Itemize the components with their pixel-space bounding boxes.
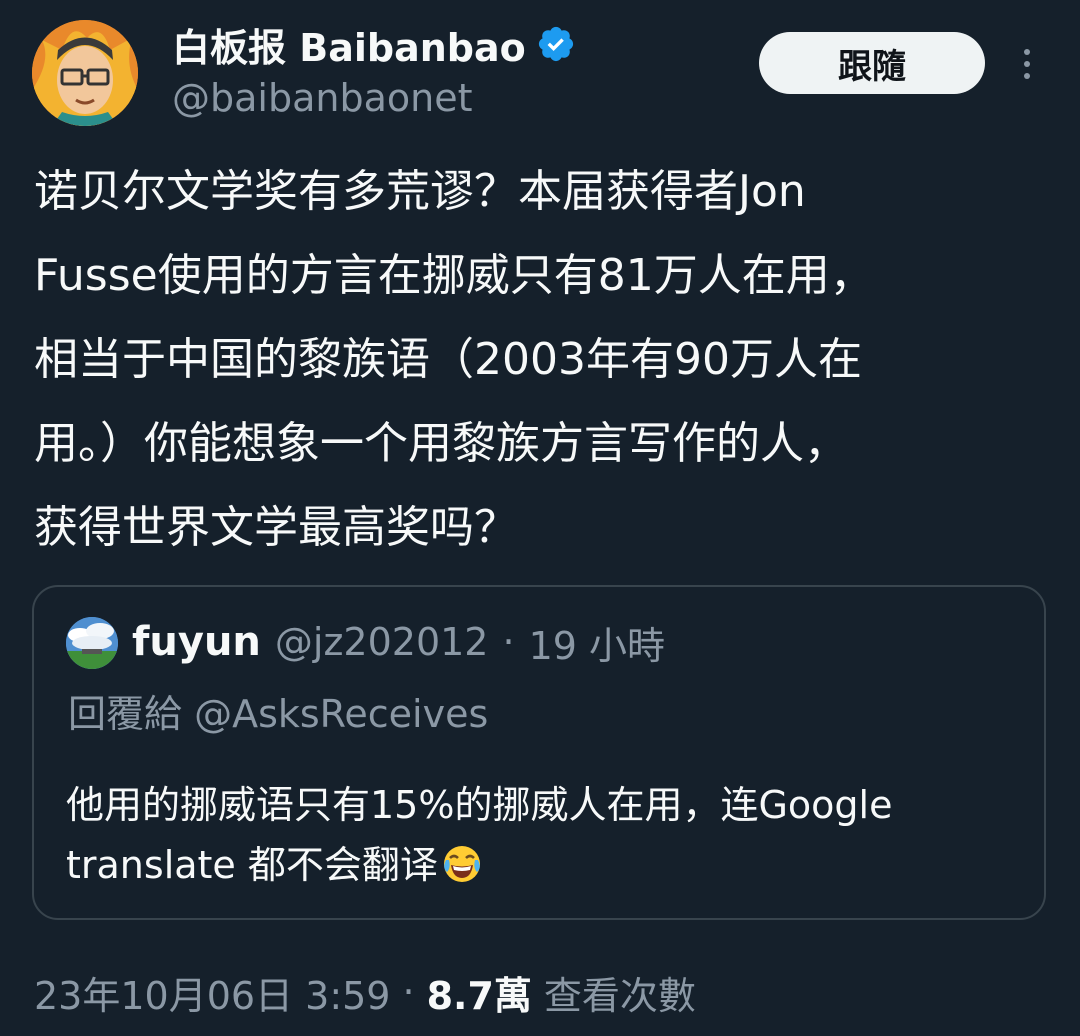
quoted-reply-to[interactable]: 回覆給 @AsksReceives — [68, 683, 488, 738]
tweet-text-line: 诺贝尔文学奖有多荒谬？本届获得者Jon — [34, 166, 806, 217]
quoted-author-name[interactable]: fuyun — [132, 619, 261, 665]
quoted-author-handle[interactable]: @jz202012 — [275, 620, 489, 664]
face-with-tears-of-joy-icon — [443, 846, 480, 882]
footer-separator: · — [402, 970, 415, 1014]
follow-button[interactable]: 跟隨 — [759, 32, 985, 94]
tweet-text: 诺贝尔文学奖有多荒谬？本届获得者Jon Fusse使用的方言在挪威只有81万人在… — [34, 150, 1046, 570]
tweet-text-line: Fusse使用的方言在挪威只有81万人在用， — [34, 250, 874, 301]
tweet-text-line: 相当于中国的黎族语（2003年有90万人在 — [34, 334, 862, 385]
tweet-timestamp[interactable]: 23年10月06日 3:59 — [34, 965, 390, 1020]
quoted-text-line: 他用的挪威语只有15%的挪威人在用，连Google — [66, 783, 893, 827]
quoted-header: fuyun @jz202012 · 19 小時 — [132, 613, 665, 671]
quoted-tweet-card[interactable]: fuyun @jz202012 · 19 小時 回覆給 @AsksReceive… — [32, 585, 1046, 920]
meta-separator: · — [502, 620, 515, 664]
tweet-text-line: 获得世界文学最高奖吗？ — [34, 502, 518, 553]
tweet-footer: 23年10月06日 3:59 · 8.7萬 查看次數 — [34, 960, 696, 1024]
tweet-text-line: 用。）你能想象一个用黎族方言写作的人， — [34, 418, 848, 469]
author-name[interactable]: 白板报 Baibanbao — [172, 17, 526, 72]
quoted-text-line-wrap: translate 都不会翻译 — [66, 835, 1026, 895]
author-name-row[interactable]: 白板报 Baibanbao — [172, 18, 576, 70]
quoted-tweet-text: 他用的挪威语只有15%的挪威人在用，连Google translate 都不会翻… — [66, 775, 1026, 895]
author-avatar[interactable] — [32, 20, 138, 126]
quoted-author-avatar[interactable] — [66, 617, 118, 669]
verified-badge-icon — [538, 26, 573, 62]
views-count[interactable]: 8.7萬 — [427, 965, 532, 1020]
quoted-timestamp[interactable]: 19 小時 — [529, 615, 665, 670]
views-label[interactable]: 查看次數 — [544, 965, 696, 1020]
author-handle[interactable]: @baibanbaonet — [172, 76, 472, 120]
more-vertical-icon[interactable] — [1012, 42, 1042, 86]
quoted-text-line: translate 都不会翻译 — [66, 843, 438, 887]
